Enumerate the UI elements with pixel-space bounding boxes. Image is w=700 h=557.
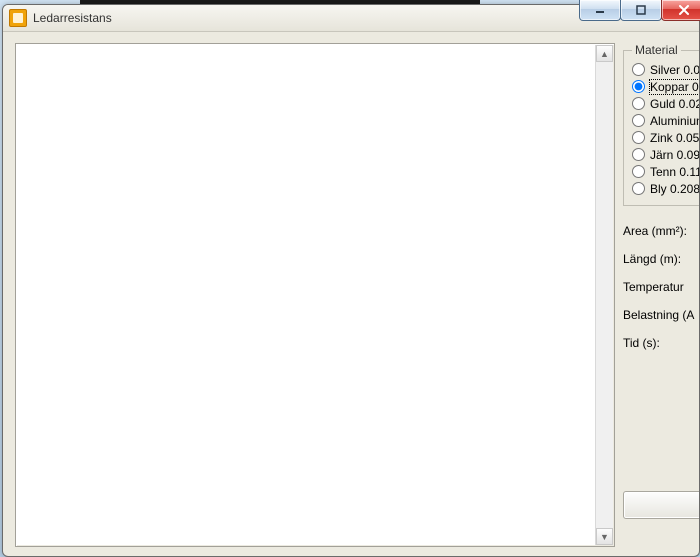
radio-silver[interactable]	[632, 63, 645, 76]
material-option-guld[interactable]: Guld 0.023	[632, 95, 700, 112]
load-label: Belastning (A	[623, 308, 700, 322]
client-area: ▲ ▼ Material Silver 0.016 Koppar 0.01	[3, 31, 699, 556]
material-label: Järn 0.098	[650, 148, 700, 162]
scroll-up-button[interactable]: ▲	[596, 45, 613, 62]
time-label: Tid (s):	[623, 336, 700, 350]
radio-zink[interactable]	[632, 131, 645, 144]
material-label: Silver 0.016	[650, 63, 700, 77]
radio-guld[interactable]	[632, 97, 645, 110]
radio-aluminium[interactable]	[632, 114, 645, 127]
length-label: Längd (m):	[623, 252, 700, 266]
material-label: Tenn 0.11	[650, 165, 700, 179]
scroll-down-button[interactable]: ▼	[596, 528, 613, 545]
maximize-icon	[636, 5, 646, 15]
close-icon	[678, 5, 690, 15]
maximize-button[interactable]	[620, 0, 662, 21]
close-button[interactable]	[661, 0, 700, 21]
area-label: Area (mm²):	[623, 224, 700, 238]
material-label: Bly 0.208	[650, 182, 700, 196]
material-option-zink[interactable]: Zink 0.059	[632, 129, 700, 146]
chevron-up-icon: ▲	[600, 49, 609, 59]
material-label: Guld 0.023	[650, 97, 700, 111]
window-title: Ledarresistans	[33, 11, 112, 25]
material-label: Koppar 0.0175	[650, 80, 700, 94]
radio-tenn[interactable]	[632, 165, 645, 178]
vertical-scrollbar[interactable]: ▲ ▼	[595, 45, 613, 545]
material-option-aluminium[interactable]: Aluminium 0.028	[632, 112, 700, 129]
material-option-koppar[interactable]: Koppar 0.0175	[632, 78, 700, 95]
material-option-jarn[interactable]: Järn 0.098	[632, 146, 700, 163]
radio-jarn[interactable]	[632, 148, 645, 161]
temperature-label: Temperatur	[623, 280, 700, 294]
material-option-silver[interactable]: Silver 0.016	[632, 61, 700, 78]
material-groupbox: Material Silver 0.016 Koppar 0.0175 Guld…	[623, 43, 700, 206]
window-controls	[580, 0, 700, 28]
calculate-button[interactable]: Beräkna	[623, 491, 700, 519]
side-panel: Material Silver 0.016 Koppar 0.0175 Guld…	[623, 43, 700, 364]
minimize-icon	[595, 5, 605, 15]
canvas-frame: ▲ ▼	[15, 43, 615, 547]
app-window: Ledarresistans ▲ ▼ Material	[2, 4, 700, 557]
app-icon	[9, 9, 27, 27]
material-label: Zink 0.059	[650, 131, 700, 145]
material-option-tenn[interactable]: Tenn 0.11	[632, 163, 700, 180]
radio-koppar[interactable]	[632, 80, 645, 93]
material-option-bly[interactable]: Bly 0.208	[632, 180, 700, 197]
radio-bly[interactable]	[632, 182, 645, 195]
canvas[interactable]: ▲ ▼	[17, 45, 613, 545]
minimize-button[interactable]	[579, 0, 621, 21]
chevron-down-icon: ▼	[600, 532, 609, 542]
material-legend: Material	[632, 43, 681, 57]
material-label: Aluminium 0.028	[650, 114, 700, 128]
